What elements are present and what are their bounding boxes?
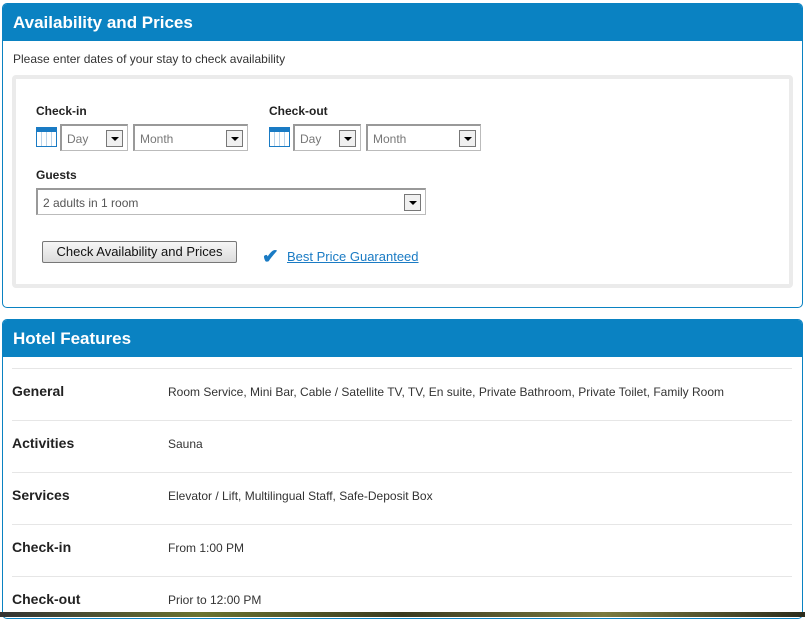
checkin-calendar-icon[interactable]	[36, 127, 57, 147]
chevron-down-icon	[339, 130, 356, 147]
checkin-label: Check-in	[36, 104, 87, 118]
guests-label: Guests	[36, 168, 77, 182]
feature-label: Check-in	[12, 539, 72, 555]
availability-panel: Availability and Prices Please enter dat…	[2, 3, 803, 308]
checkout-day-value: Day	[300, 132, 322, 146]
intro-text: Please enter dates of your stay to check…	[13, 52, 286, 66]
feature-label: Activities	[12, 435, 75, 451]
checkout-month-select[interactable]: Month	[366, 124, 481, 151]
checkin-month-select[interactable]: Month	[133, 124, 248, 151]
search-form: Check-in Day Month Check-out Day Month G…	[12, 75, 793, 288]
feature-row: Services Elevator / Lift, Multilingual St…	[12, 472, 792, 524]
feature-row: Activities Sauna	[12, 420, 792, 472]
chevron-down-icon	[106, 130, 123, 147]
check-availability-button[interactable]: Check Availability and Prices	[42, 241, 237, 263]
checkout-label: Check-out	[269, 104, 328, 118]
best-price-link[interactable]: Best Price Guaranteed	[287, 249, 419, 264]
checkin-month-value: Month	[140, 132, 174, 146]
feature-label: Services	[12, 487, 70, 503]
chevron-down-icon	[226, 130, 243, 147]
checkmark-icon: ✔	[262, 246, 279, 268]
guests-value: 2 adults in 1 room	[43, 196, 139, 210]
feature-label: General	[12, 383, 65, 399]
feature-value: Room Service, Mini Bar, Cable / Satellit…	[168, 385, 725, 399]
chevron-down-icon	[404, 194, 421, 211]
features-panel: Hotel Features General Room Service, Mini…	[2, 319, 803, 619]
checkin-day-select[interactable]: Day	[60, 124, 128, 151]
features-title: Hotel Features	[3, 320, 802, 357]
feature-label: Check-out	[12, 591, 81, 607]
feature-value: Prior to 12:00 PM	[168, 593, 262, 607]
guests-select[interactable]: 2 adults in 1 room	[36, 188, 426, 215]
checkout-day-select[interactable]: Day	[293, 124, 361, 151]
feature-row: General Room Service, Mini Bar, Cable / S…	[12, 368, 792, 420]
feature-value: Elevator / Lift, Multilingual Staff, Saf…	[168, 489, 433, 503]
page-background	[0, 612, 805, 617]
availability-title: Availability and Prices	[3, 4, 802, 41]
feature-row: Check-in From 1:00 PM	[12, 524, 792, 576]
chevron-down-icon	[459, 130, 476, 147]
feature-value: Sauna	[168, 437, 203, 451]
checkout-calendar-icon[interactable]	[269, 127, 290, 147]
feature-value: From 1:00 PM	[168, 541, 245, 555]
checkout-month-value: Month	[373, 132, 407, 146]
checkin-day-value: Day	[67, 132, 89, 146]
